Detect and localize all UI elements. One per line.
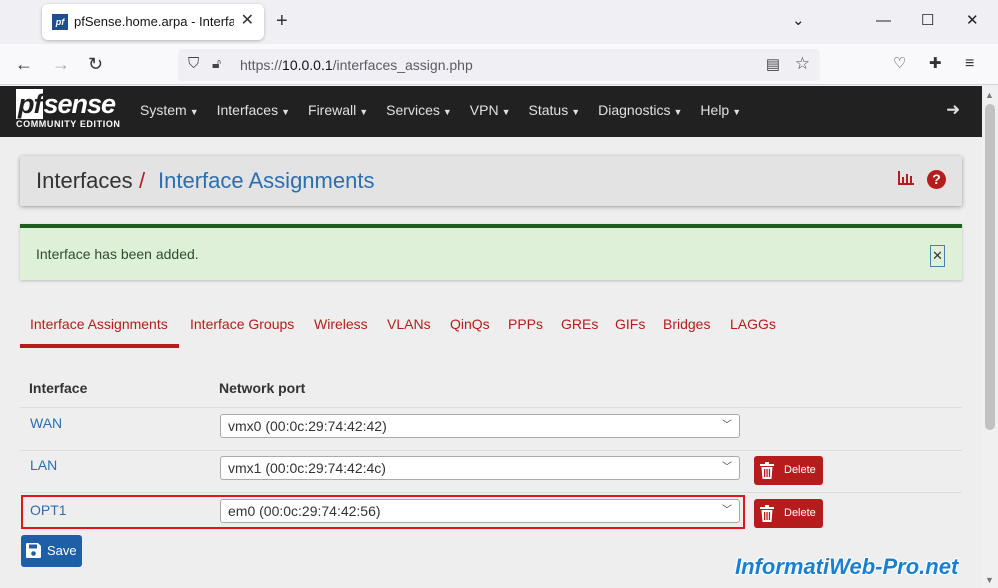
caret-down-icon: ▼ bbox=[442, 107, 452, 117]
app-menu-icon[interactable]: ≡ bbox=[965, 52, 974, 76]
tab-laggs[interactable]: LAGGs bbox=[730, 316, 776, 332]
tab-wireless[interactable]: Wireless bbox=[314, 316, 368, 332]
page-title[interactable]: Interface Assignments bbox=[158, 168, 374, 194]
logout-icon[interactable]: ➜ bbox=[946, 100, 960, 120]
new-tab-button[interactable]: + bbox=[276, 10, 288, 32]
scrollbar-thumb[interactable] bbox=[985, 104, 995, 430]
delete-label: Delete bbox=[784, 464, 816, 476]
caret-down-icon: ▼ bbox=[189, 107, 199, 117]
browser-tab-title: pfSense.home.arpa - Interfaces: Interfac… bbox=[74, 14, 234, 29]
table-divider bbox=[20, 492, 962, 493]
bookmark-star-icon[interactable]: ☆ bbox=[795, 54, 810, 74]
close-tab-icon[interactable]: ✕ bbox=[241, 12, 254, 30]
breadcrumb: Interfaces / Interface Assignments ? bbox=[20, 156, 962, 206]
chevron-down-icon: ﹀ bbox=[722, 420, 732, 431]
address-bar[interactable]: ⛉ 🔓︎ https://10.0.0.1/interfaces_assign.… bbox=[178, 49, 820, 81]
main-menu: System ▼ Interfaces ▼ Firewall ▼ Services ▼ … bbox=[140, 86, 759, 137]
url-text[interactable]: https://10.0.0.1/interfaces_assign.php bbox=[240, 57, 473, 73]
floppy-disk-icon bbox=[26, 543, 41, 558]
alert-message: Interface has been added. bbox=[36, 246, 199, 262]
pfsense-logo[interactable]: pfsense COMMUNITY EDITION bbox=[16, 89, 121, 130]
menu-interfaces[interactable]: Interfaces ▼ bbox=[217, 86, 290, 137]
watermark-logo: InformatiWeb-Pro.net bbox=[735, 554, 959, 579]
interface-assignments-table: Interface Network port WAN vmx0 (00:0c:2… bbox=[20, 365, 962, 535]
tracking-protection-shield-icon[interactable]: ⛉ bbox=[188, 55, 199, 72]
caret-down-icon: ▼ bbox=[359, 107, 369, 117]
pfsense-top-navbar: pfsense COMMUNITY EDITION System ▼ Interf… bbox=[0, 86, 982, 137]
page-content: Interfaces / Interface Assignments ? Int… bbox=[0, 137, 982, 588]
menu-diagnostics[interactable]: Diagnostics ▼ bbox=[598, 86, 682, 137]
chevron-down-icon: ﹀ bbox=[722, 462, 732, 473]
tab-qinqs[interactable]: QinQs bbox=[450, 316, 490, 332]
save-button[interactable]: Save bbox=[21, 535, 82, 567]
insecure-lock-icon[interactable]: 🔓︎ bbox=[212, 55, 221, 72]
save-label: Save bbox=[47, 543, 77, 558]
reader-view-icon[interactable]: ▤ bbox=[766, 55, 780, 73]
tab-list-dropdown-icon[interactable]: ⌄ bbox=[792, 11, 805, 31]
help-icon[interactable]: ? bbox=[927, 170, 946, 189]
browser-navigation-bar: ← → ↻ ⛉ 🔓︎ https://10.0.0.1/interfaces_a… bbox=[0, 44, 998, 85]
menu-system[interactable]: System ▼ bbox=[140, 86, 199, 137]
table-divider bbox=[20, 450, 962, 451]
tab-interface-groups[interactable]: Interface Groups bbox=[190, 316, 294, 332]
logo-edition: COMMUNITY EDITION bbox=[16, 119, 121, 129]
menu-status[interactable]: Status ▼ bbox=[529, 86, 581, 137]
breadcrumb-separator: / bbox=[139, 168, 146, 193]
reload-icon[interactable]: ↻ bbox=[88, 52, 103, 76]
tab-gifs[interactable]: GIFs bbox=[615, 316, 645, 332]
menu-firewall[interactable]: Firewall ▼ bbox=[308, 86, 368, 137]
scroll-down-arrow-icon[interactable]: ▼ bbox=[985, 575, 994, 585]
tab-bridges[interactable]: Bridges bbox=[663, 316, 710, 332]
browser-tab[interactable]: pf pfSense.home.arpa - Interfaces: Inter… bbox=[42, 4, 264, 40]
caret-down-icon: ▼ bbox=[571, 107, 581, 117]
column-header-interface: Interface bbox=[29, 380, 88, 396]
close-window-button[interactable]: ✕ bbox=[966, 11, 979, 31]
back-arrow-icon[interactable]: ← bbox=[15, 52, 33, 76]
network-port-select-lan[interactable]: vmx1 (00:0c:29:74:42:4c) ﹀ bbox=[220, 456, 740, 480]
table-divider bbox=[20, 407, 962, 408]
delete-opt1-button[interactable]: Delete bbox=[754, 499, 823, 528]
tab-interface-assignments[interactable]: Interface Assignments bbox=[30, 316, 168, 332]
column-header-network-port: Network port bbox=[219, 380, 306, 396]
scroll-up-arrow-icon[interactable]: ▲ bbox=[985, 90, 994, 100]
active-tab-indicator bbox=[20, 344, 179, 348]
caret-down-icon: ▼ bbox=[281, 107, 291, 117]
menu-vpn[interactable]: VPN ▼ bbox=[470, 86, 511, 137]
browser-tab-strip: pf pfSense.home.arpa - Interfaces: Inter… bbox=[0, 0, 998, 44]
caret-down-icon: ▼ bbox=[732, 107, 742, 117]
tab-gres[interactable]: GREs bbox=[561, 316, 598, 332]
breadcrumb-parent[interactable]: Interfaces bbox=[36, 168, 133, 194]
caret-down-icon: ▼ bbox=[673, 107, 683, 117]
delete-label: Delete bbox=[784, 507, 816, 519]
tab-vlans[interactable]: VLANs bbox=[387, 316, 431, 332]
status-chart-icon[interactable] bbox=[898, 171, 915, 189]
success-alert: Interface has been added. ✕ bbox=[20, 224, 962, 280]
trash-icon bbox=[760, 462, 774, 479]
pfsense-favicon-icon: pf bbox=[52, 14, 68, 30]
menu-services[interactable]: Services ▼ bbox=[386, 86, 452, 137]
trash-icon bbox=[760, 505, 774, 522]
extensions-icon[interactable]: ✚ bbox=[929, 52, 942, 76]
maximize-button[interactable]: ☐ bbox=[921, 11, 934, 31]
interface-link-wan[interactable]: WAN bbox=[30, 415, 62, 431]
tab-ppps[interactable]: PPPs bbox=[508, 316, 543, 332]
minimize-button[interactable]: — bbox=[876, 11, 891, 31]
pocket-icon[interactable]: ♡ bbox=[893, 52, 906, 76]
menu-help[interactable]: Help ▼ bbox=[700, 86, 741, 137]
caret-down-icon: ▼ bbox=[501, 107, 511, 117]
opt1-row-highlight bbox=[21, 495, 745, 529]
interface-link-lan[interactable]: LAN bbox=[30, 457, 57, 473]
forward-arrow-icon[interactable]: → bbox=[52, 52, 70, 76]
interface-tabs: Interface Assignments Interface Groups W… bbox=[20, 310, 962, 350]
network-port-select-wan[interactable]: vmx0 (00:0c:29:74:42:42) ﹀ bbox=[220, 414, 740, 438]
delete-lan-button[interactable]: Delete bbox=[754, 456, 823, 485]
alert-close-icon[interactable]: ✕ bbox=[930, 245, 945, 267]
